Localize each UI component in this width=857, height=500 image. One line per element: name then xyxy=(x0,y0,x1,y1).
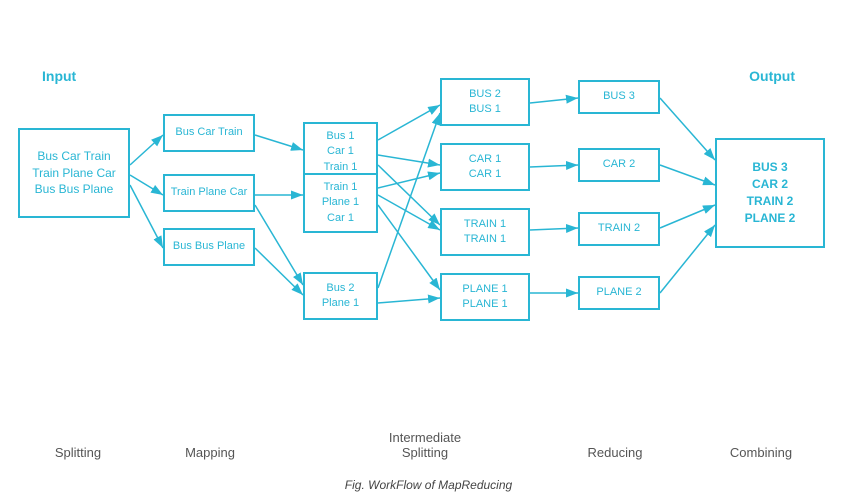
reduce-box-1: BUS 3 xyxy=(578,80,660,114)
map-box-2: Train Plane Car xyxy=(163,174,255,212)
inter-box-2: CAR 1 CAR 1 xyxy=(440,143,530,191)
stage-mapping: Mapping xyxy=(160,445,260,460)
fig-caption: Fig. WorkFlow of MapReducing xyxy=(0,478,857,492)
output-box: BUS 3 CAR 2 TRAIN 2 PLANE 2 xyxy=(715,138,825,248)
split-box-2: Train 1 Plane 1 Car 1 xyxy=(303,173,378,233)
input-label: Input xyxy=(42,68,76,84)
split-box-3: Bus 2 Plane 1 xyxy=(303,272,378,320)
inter-box-1: BUS 2 BUS 1 xyxy=(440,78,530,126)
reduce-box-4: PLANE 2 xyxy=(578,276,660,310)
stage-combining: Combining xyxy=(706,445,816,460)
stage-splitting: Splitting xyxy=(28,445,128,460)
stage-intermediate: Intermediate Splitting xyxy=(370,430,480,460)
reduce-box-2: CAR 2 xyxy=(578,148,660,182)
inter-box-4: PLANE 1 PLANE 1 xyxy=(440,273,530,321)
map-box-1: Bus Car Train xyxy=(163,114,255,152)
input-box: Bus Car Train Train Plane Car Bus Bus Pl… xyxy=(18,128,130,218)
reduce-box-3: TRAIN 2 xyxy=(578,212,660,246)
output-label: Output xyxy=(749,68,795,84)
stage-reducing: Reducing xyxy=(565,445,665,460)
diagram: Input Bus Car Train Train Plane Car Bus … xyxy=(0,10,857,470)
map-box-3: Bus Bus Plane xyxy=(163,228,255,266)
inter-box-3: TRAIN 1 TRAIN 1 xyxy=(440,208,530,256)
